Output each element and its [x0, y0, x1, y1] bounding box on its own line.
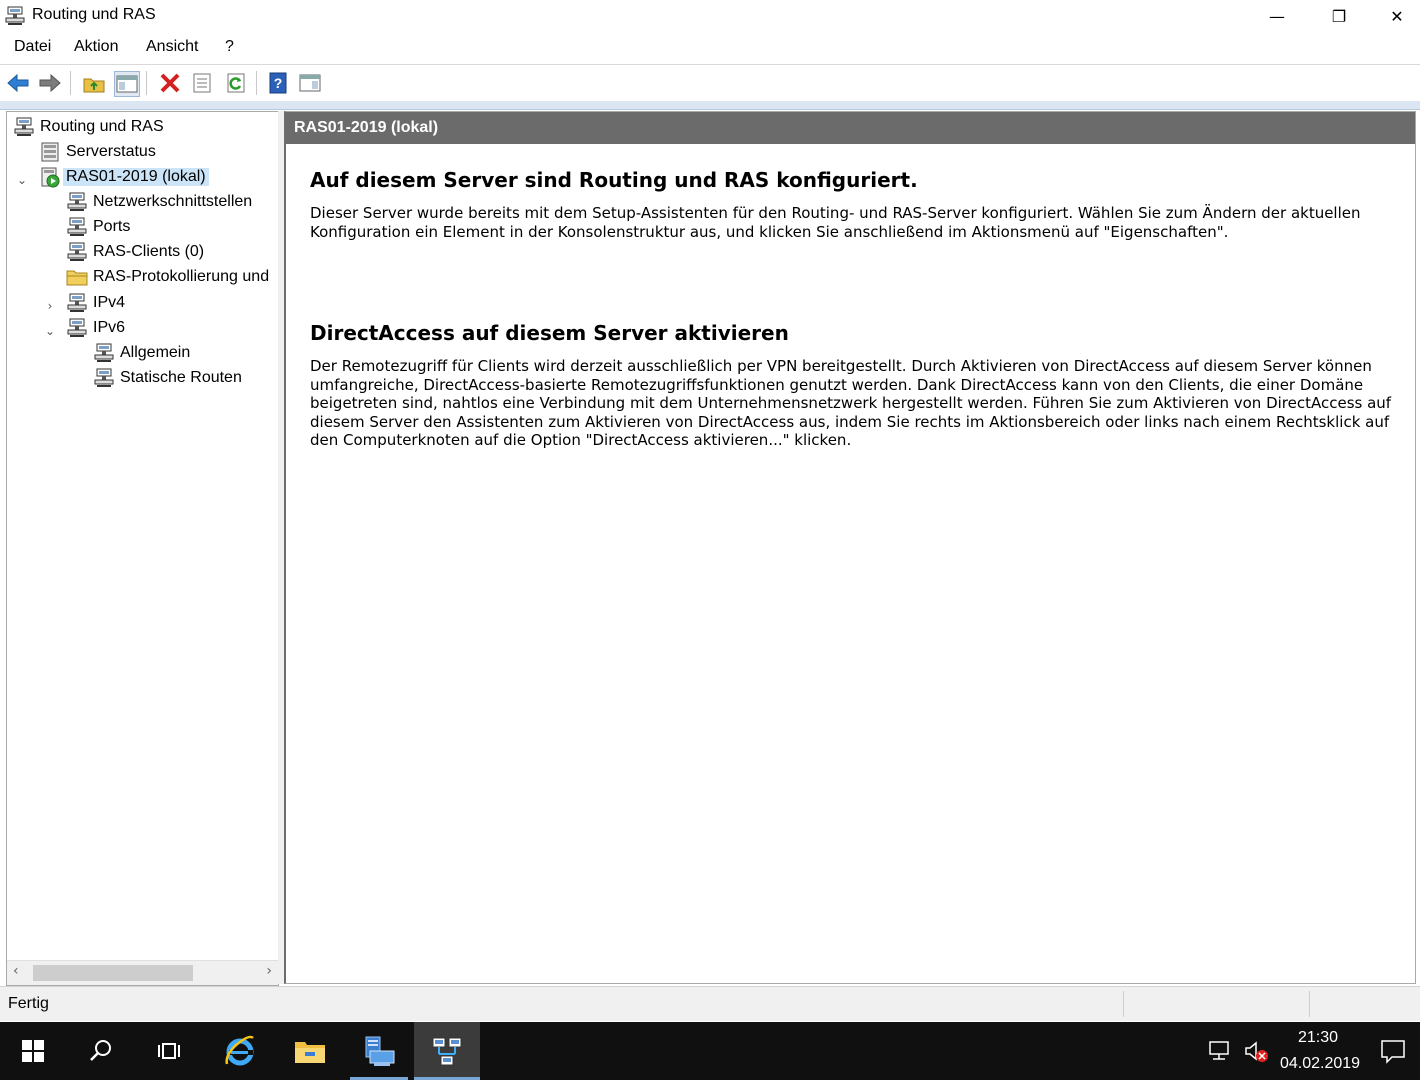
- internet-explorer-icon[interactable]: [210, 1022, 270, 1080]
- help-icon[interactable]: ?: [266, 71, 290, 95]
- tree-horizontal-scrollbar[interactable]: ‹ ›: [7, 960, 278, 985]
- section-text-directaccess: Der Remotezugriff für Clients wird derze…: [310, 357, 1392, 449]
- tree-item-ras01-2019[interactable]: RAS01-2019 (lokal): [39, 165, 209, 189]
- restore-button[interactable]: ❐: [1316, 0, 1362, 32]
- tree-item-label: RAS-Clients (0): [93, 243, 205, 260]
- network-interfaces-icon: [66, 191, 88, 213]
- toolbar-separator: [70, 71, 71, 95]
- clock-date[interactable]: 04.02.2019: [1280, 1055, 1360, 1073]
- routing-ras-app-icon: [4, 6, 26, 30]
- svg-text:?: ?: [274, 75, 283, 91]
- ports-icon: [66, 216, 88, 238]
- title-bar: Routing und RAS — ❐ ✕: [0, 0, 1420, 32]
- static-routes-icon: [93, 367, 115, 389]
- section-text-configured: Dieser Server wurde bereits mit dem Setu…: [310, 204, 1361, 241]
- general-icon: [93, 342, 115, 364]
- tree-item-label: IPv4: [93, 294, 126, 311]
- forward-icon[interactable]: [38, 71, 62, 95]
- file-explorer-icon[interactable]: [280, 1022, 340, 1080]
- up-folder-icon[interactable]: [82, 71, 106, 95]
- menu-view[interactable]: Ansicht: [146, 38, 198, 56]
- tree-item-ipv6[interactable]: IPv6: [66, 316, 125, 340]
- tree-item-routing-ras-root[interactable]: Routing und RAS: [13, 115, 164, 139]
- search-icon[interactable]: [72, 1022, 130, 1080]
- details-body: Auf diesem Server sind Routing und RAS k…: [286, 146, 1415, 983]
- toolbar-separator: [146, 71, 147, 95]
- tree-item-label: Netzwerkschnittstellen: [93, 193, 253, 210]
- tree-item-label: Routing und RAS: [40, 118, 164, 135]
- tree-item-statische-routen[interactable]: Statische Routen: [93, 366, 242, 390]
- server-manager-icon[interactable]: [350, 1022, 408, 1080]
- status-text: Fertig: [8, 995, 49, 1012]
- menu-bar: Datei Aktion Ansicht ?: [0, 34, 1420, 62]
- routing-ras-taskbar-icon[interactable]: [414, 1022, 480, 1080]
- delete-icon[interactable]: [158, 71, 182, 95]
- console-tree: Routing und RAS Serverstatus ⌄ RAS01-201…: [6, 111, 279, 986]
- tree-item-label: Statische Routen: [120, 369, 242, 386]
- tree-item-label: Serverstatus: [66, 143, 156, 160]
- section-heading-configured: Auf diesem Server sind Routing und RAS k…: [310, 168, 918, 192]
- routing-ras-icon: [13, 116, 35, 138]
- scroll-left-icon[interactable]: ‹: [13, 963, 19, 979]
- tree-item-ipv4[interactable]: IPv4: [66, 291, 125, 315]
- status-bar: Fertig: [0, 986, 1420, 1021]
- ras-clients-icon: [66, 241, 88, 263]
- tree-item-label: Ports: [93, 218, 131, 235]
- tree-item-allgemein[interactable]: Allgemein: [93, 341, 190, 365]
- status-divider: [1123, 991, 1124, 1017]
- menu-file[interactable]: Datei: [14, 38, 51, 56]
- start-windows-icon[interactable]: [0, 1022, 66, 1080]
- menu-help[interactable]: ?: [225, 38, 234, 56]
- tree-item-ras-protokollierung[interactable]: RAS-Protokollierung und: [66, 265, 269, 289]
- toolbar: ?: [0, 64, 1420, 102]
- show-hide-tree-icon[interactable]: [114, 71, 140, 97]
- toolbar-separator: [256, 71, 257, 95]
- refresh-icon[interactable]: [224, 71, 248, 95]
- action-pane-icon[interactable]: [298, 71, 322, 95]
- ipv6-icon: [66, 317, 88, 339]
- properties-icon[interactable]: [190, 71, 214, 95]
- menu-action[interactable]: Aktion: [74, 38, 118, 56]
- tree-item-ports[interactable]: Ports: [66, 215, 130, 239]
- details-header: RAS01-2019 (lokal): [286, 112, 1415, 144]
- collapse-chevron-icon[interactable]: ⌄: [43, 324, 57, 338]
- volume-muted-icon[interactable]: [1244, 1040, 1270, 1068]
- scrollbar-thumb[interactable]: [33, 965, 193, 981]
- tree-item-serverstatus[interactable]: Serverstatus: [39, 140, 156, 164]
- scroll-right-icon[interactable]: ›: [266, 963, 272, 979]
- network-icon[interactable]: [1208, 1040, 1234, 1066]
- details-pane: RAS01-2019 (lokal) Auf diesem Server sin…: [284, 111, 1416, 984]
- expand-chevron-icon[interactable]: ›: [43, 299, 57, 313]
- tree-item-label: RAS01-2019 (lokal): [63, 168, 209, 186]
- tree-item-label: RAS-Protokollierung und: [93, 268, 270, 285]
- status-divider: [1309, 991, 1310, 1017]
- notification-center-icon[interactable]: [1380, 1038, 1406, 1068]
- tree-item-ras-clients[interactable]: RAS-Clients (0): [66, 240, 204, 264]
- server-running-icon: [39, 166, 61, 188]
- clock-time[interactable]: 21:30: [1298, 1029, 1338, 1047]
- tree-item-label: Allgemein: [120, 344, 191, 361]
- tree-item-netzwerkschnittstellen[interactable]: Netzwerkschnittstellen: [66, 190, 252, 214]
- section-heading-directaccess: DirectAccess auf diesem Server aktiviere…: [310, 321, 789, 345]
- back-icon[interactable]: [6, 71, 30, 95]
- task-view-icon[interactable]: [140, 1022, 198, 1080]
- folder-icon: [66, 266, 88, 288]
- close-button[interactable]: ✕: [1374, 0, 1420, 32]
- minimize-button[interactable]: —: [1254, 0, 1300, 32]
- server-status-icon: [39, 141, 61, 163]
- toolbar-divider-strip: [0, 101, 1420, 110]
- tree-item-label: IPv6: [93, 319, 126, 336]
- window-title: Routing und RAS: [32, 6, 156, 23]
- taskbar: 21:30 04.02.2019: [0, 1022, 1420, 1080]
- ipv4-icon: [66, 292, 88, 314]
- collapse-chevron-icon[interactable]: ⌄: [15, 173, 29, 187]
